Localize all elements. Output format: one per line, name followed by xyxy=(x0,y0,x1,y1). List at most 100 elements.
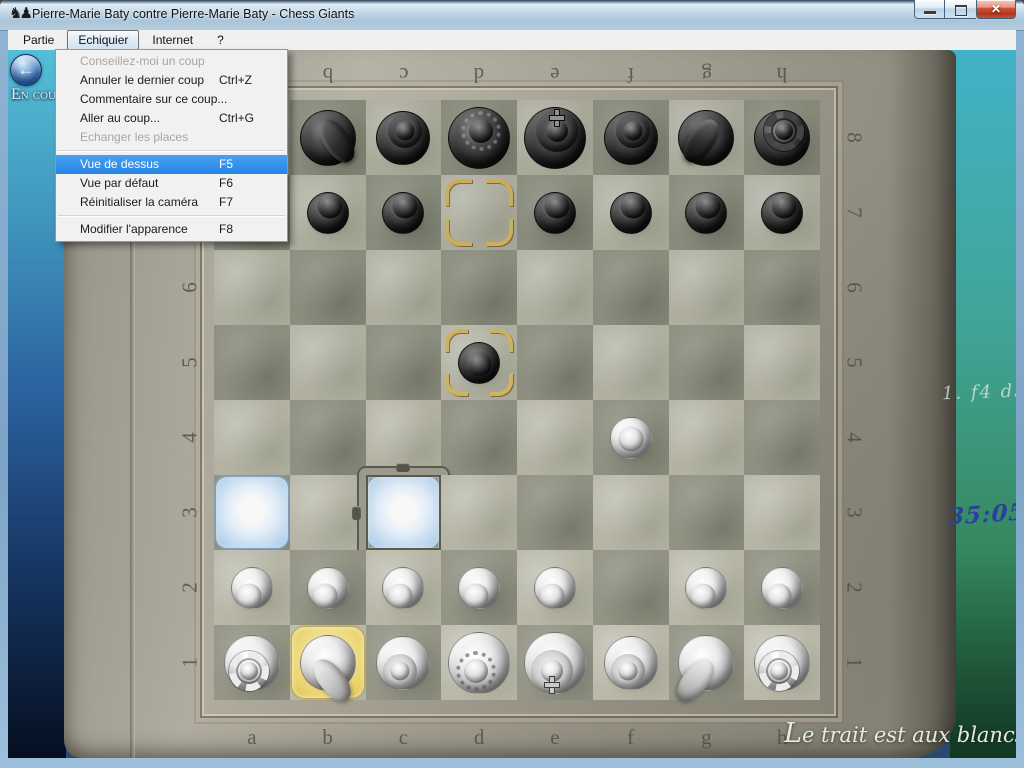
piece-white-bishop[interactable] xyxy=(366,625,442,700)
piece-white-rook[interactable] xyxy=(744,625,820,700)
piece-black-king[interactable] xyxy=(517,100,593,175)
background-right-panel xyxy=(950,50,1016,758)
piece-head xyxy=(391,661,410,680)
piece-white-knight[interactable] xyxy=(669,625,745,700)
square-a3[interactable] xyxy=(214,475,290,550)
piece-black-pawn[interactable] xyxy=(669,175,745,250)
piece-black-pawn[interactable] xyxy=(593,175,669,250)
back-button[interactable]: ← xyxy=(10,54,42,86)
piece-head xyxy=(620,193,645,218)
square-h6[interactable] xyxy=(744,250,820,325)
square-g6[interactable] xyxy=(669,250,745,325)
square-d7[interactable] xyxy=(441,175,517,250)
menu-bar: PartieEchiquierInternet? xyxy=(8,30,1016,50)
square-c6[interactable] xyxy=(366,250,442,325)
menu-item-vue-par-d-faut[interactable]: Vue par défautF6 xyxy=(56,174,287,193)
ornament xyxy=(396,463,410,472)
square-d4[interactable] xyxy=(441,400,517,475)
menu-separator xyxy=(58,150,285,152)
menu-item-commentaire-sur-ce-coup[interactable]: Commentaire sur ce coup... xyxy=(56,90,287,109)
square-f3[interactable] xyxy=(593,475,669,550)
piece-white-bishop[interactable] xyxy=(593,625,669,700)
menubar-item-?[interactable]: ? xyxy=(206,30,235,50)
menu-item-vue-de-dessus[interactable]: Vue de dessusF5 xyxy=(56,155,287,174)
menu-item-conseillez-moi-un-coup: Conseillez-moi un coup xyxy=(56,52,287,71)
menubar-item-partie[interactable]: Partie xyxy=(12,30,65,50)
menu-item-r-initialiser-la-cam-ra[interactable]: Réinitialiser la caméraF7 xyxy=(56,193,287,212)
piece-head xyxy=(388,583,413,608)
square-f2[interactable] xyxy=(593,550,669,625)
close-button[interactable]: ✕ xyxy=(976,0,1016,19)
piece-black-knight[interactable] xyxy=(669,100,745,175)
piece-black-bishop[interactable] xyxy=(593,100,669,175)
square-c3[interactable] xyxy=(366,475,442,550)
piece-white-king[interactable] xyxy=(517,625,593,700)
piece-white-pawn[interactable] xyxy=(290,550,366,625)
title-bar[interactable]: ♞♟ Pierre-Marie Baty contre Pierre-Marie… xyxy=(0,0,1024,31)
piece-head xyxy=(393,193,418,218)
piece-white-pawn[interactable] xyxy=(366,550,442,625)
piece-head xyxy=(772,193,797,218)
square-e3[interactable] xyxy=(517,475,593,550)
piece-white-pawn[interactable] xyxy=(214,550,290,625)
menu-item-modifier-l-apparence[interactable]: Modifier l'apparenceF8 xyxy=(56,220,287,239)
turn-message: Le trait est aux blancs. xyxy=(784,718,1016,749)
square-b6[interactable] xyxy=(290,250,366,325)
square-d3[interactable] xyxy=(441,475,517,550)
piece-white-pawn[interactable] xyxy=(441,550,517,625)
square-g3[interactable] xyxy=(669,475,745,550)
piece-white-pawn[interactable] xyxy=(669,550,745,625)
piece-black-bishop[interactable] xyxy=(366,100,442,175)
menu-item-shortcut xyxy=(227,90,277,109)
piece-head xyxy=(623,121,642,140)
square-h4[interactable] xyxy=(744,400,820,475)
square-a6[interactable] xyxy=(214,250,290,325)
square-e4[interactable] xyxy=(517,400,593,475)
menu-item-label: Commentaire sur ce coup... xyxy=(80,90,227,109)
piece-white-pawn[interactable] xyxy=(593,400,669,475)
maximize-button[interactable] xyxy=(945,0,976,19)
piece-white-pawn[interactable] xyxy=(744,550,820,625)
square-h5[interactable] xyxy=(744,325,820,400)
square-g4[interactable] xyxy=(669,400,745,475)
piece-head xyxy=(618,661,637,680)
menu-item-aller-au-coup[interactable]: Aller au coup...Ctrl+G xyxy=(56,109,287,128)
piece-black-knight[interactable] xyxy=(290,100,366,175)
square-a4[interactable] xyxy=(214,400,290,475)
square-a5[interactable] xyxy=(214,325,290,400)
window-title: Pierre-Marie Baty contre Pierre-Marie Ba… xyxy=(32,7,354,21)
square-c5[interactable] xyxy=(366,325,442,400)
piece-white-knight[interactable] xyxy=(290,625,366,700)
piece-black-queen[interactable] xyxy=(441,100,517,175)
piece-black-pawn[interactable] xyxy=(366,175,442,250)
menubar-item-echiquier[interactable]: Echiquier xyxy=(67,30,139,50)
piece-black-pawn[interactable] xyxy=(517,175,593,250)
piece-black-pawn[interactable] xyxy=(290,175,366,250)
minimize-icon xyxy=(924,11,936,14)
piece-white-rook[interactable] xyxy=(214,625,290,700)
square-f6[interactable] xyxy=(593,250,669,325)
square-g5[interactable] xyxy=(669,325,745,400)
square-e5[interactable] xyxy=(517,325,593,400)
piece-head xyxy=(767,583,792,608)
square-b5[interactable] xyxy=(290,325,366,400)
menu-item-label: Réinitialiser la caméra xyxy=(80,193,219,212)
piece-white-queen[interactable] xyxy=(441,625,517,700)
menu-item-shortcut: Ctrl+Z xyxy=(219,71,277,90)
piece-black-pawn[interactable] xyxy=(744,175,820,250)
piece-black-pawn[interactable] xyxy=(441,325,517,400)
square-d6[interactable] xyxy=(441,250,517,325)
piece-head xyxy=(691,583,716,608)
piece-white-pawn[interactable] xyxy=(517,550,593,625)
minimize-button[interactable] xyxy=(914,0,945,19)
king-cross xyxy=(544,677,560,693)
square-e6[interactable] xyxy=(517,250,593,325)
menu-item-label: Modifier l'apparence xyxy=(80,220,219,239)
square-f5[interactable] xyxy=(593,325,669,400)
square-b4[interactable] xyxy=(290,400,366,475)
menu-item-annuler-le-dernier-coup[interactable]: Annuler le dernier coupCtrl+Z xyxy=(56,71,287,90)
square-h3[interactable] xyxy=(744,475,820,550)
menubar-item-internet[interactable]: Internet xyxy=(141,30,204,50)
piece-head xyxy=(696,193,721,218)
piece-black-rook[interactable] xyxy=(744,100,820,175)
